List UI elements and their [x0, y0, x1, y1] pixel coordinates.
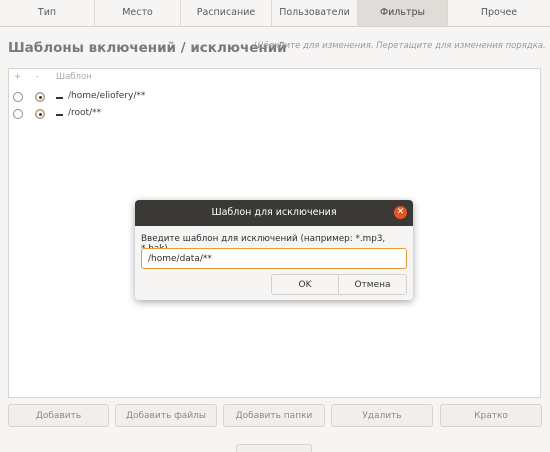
column-pattern-header: Шаблон [56, 72, 92, 82]
exclude-mark-icon [56, 114, 63, 116]
list-item[interactable]: /home/eliofery/** [9, 88, 540, 106]
exclude-pattern-dialog: Шаблон для исключения ✕ Введите шаблон д… [135, 200, 413, 300]
tab-other[interactable]: Прочее [448, 0, 550, 26]
include-radio[interactable] [13, 109, 23, 119]
section-hint: Щёлкните для изменения. Перетащите для и… [254, 41, 546, 51]
list-header: + - Шаблон [9, 69, 540, 87]
pattern-text: /root/** [68, 108, 102, 118]
tab-users[interactable]: Пользователи [272, 0, 358, 26]
tab-bar: Тип Место Расписание Пользователи Фильтр… [0, 0, 550, 27]
column-include-header: + [14, 72, 22, 82]
action-button-bar: Добавить Добавить файлы Добавить папки У… [8, 404, 542, 428]
tab-location[interactable]: Место [95, 0, 181, 26]
tab-type[interactable]: Тип [0, 0, 95, 26]
section-title: Шаблоны включений / исключений [8, 40, 287, 56]
add-folders-button[interactable]: Добавить папки [223, 404, 325, 427]
ok-button[interactable]: OK [271, 274, 339, 295]
pattern-input[interactable] [141, 248, 407, 269]
exclude-radio[interactable] [35, 109, 45, 119]
include-radio[interactable] [13, 92, 23, 102]
add-button[interactable]: Добавить [8, 404, 109, 427]
close-icon[interactable]: ✕ [394, 206, 407, 219]
dialog-title: Шаблон для исключения [211, 207, 337, 218]
hidden-button-edge [236, 444, 312, 452]
dialog-titlebar: Шаблон для исключения ✕ [135, 200, 413, 226]
list-item[interactable]: /root/** [9, 105, 540, 123]
exclude-radio[interactable] [35, 92, 45, 102]
add-files-button[interactable]: Добавить файлы [115, 404, 217, 427]
tab-schedule[interactable]: Расписание [181, 0, 272, 26]
exclude-mark-icon [56, 97, 63, 99]
tab-filters[interactable]: Фильтры [358, 0, 448, 26]
pattern-text: /home/eliofery/** [68, 91, 146, 101]
column-exclude-header: - [36, 72, 40, 82]
remove-button[interactable]: Удалить [331, 404, 433, 427]
cancel-button[interactable]: Отмена [338, 274, 407, 295]
brief-button[interactable]: Кратко [440, 404, 542, 427]
